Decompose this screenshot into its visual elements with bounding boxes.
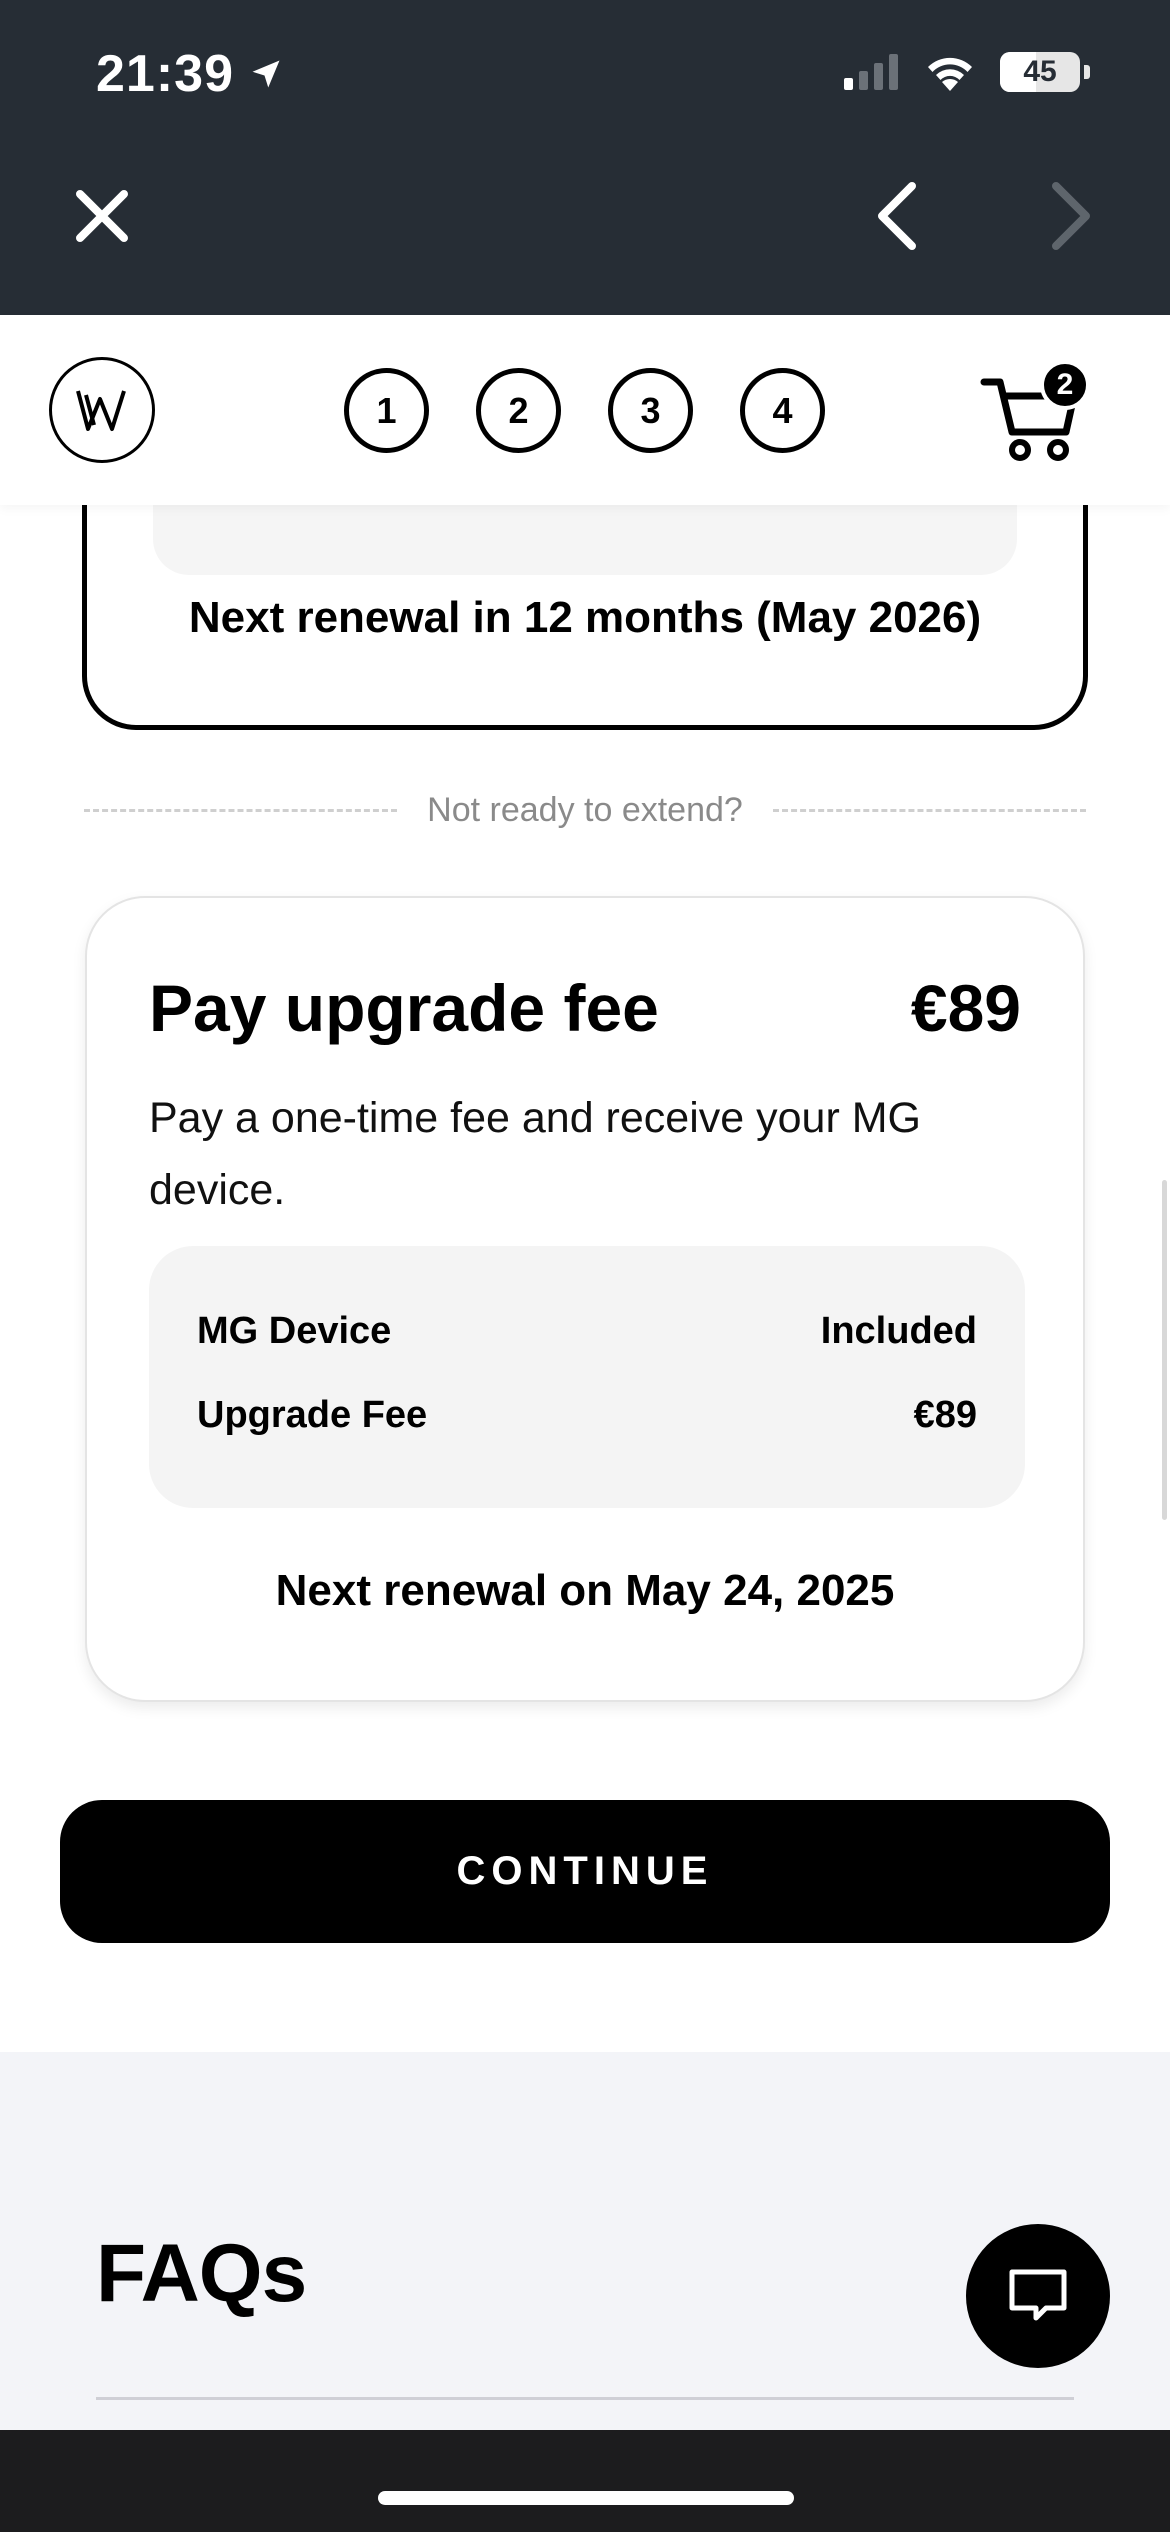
chat-bubble-icon [1009,2269,1067,2321]
chevron-right-icon [1052,182,1090,250]
step-4[interactable]: 4 [740,368,825,453]
step-2[interactable]: 2 [476,368,561,453]
battery-level: 45 [1000,52,1080,92]
status-time: 21:39 [96,44,284,104]
battery-tip [1084,65,1090,79]
plan-renewal-text: Next renewal in 12 months (May 2026) [188,593,982,642]
scrollbar[interactable] [1162,1180,1167,1520]
forward-button[interactable] [1040,176,1100,256]
upgrade-fee-title: Pay upgrade fee [149,971,659,1045]
cellular-signal-icon [844,54,898,90]
plan-details-box [153,505,1017,575]
step-1[interactable]: 1 [344,368,429,453]
breakdown-label: Upgrade Fee [197,1394,428,1436]
faq-divider [96,2397,1074,2400]
upgrade-fee-description: Pay a one-time fee and receive your MG d… [149,1094,921,1214]
checkout-steps: 1 2 3 4 [344,368,825,453]
battery-icon: 45 [1000,52,1090,92]
continue-button[interactable]: CONTINUE [60,1800,1110,1943]
close-icon [76,190,128,242]
upgrade-next-renewal: Next renewal on May 24, 2025 [275,1566,895,1615]
brand-logo[interactable] [49,357,155,463]
cart-count-badge: 2 [1040,360,1090,410]
upgrade-fee-price: €89 [910,971,1021,1045]
upgrade-fee-breakdown: MG Device Included Upgrade Fee €89 [149,1246,1025,1508]
divider-line-right [772,808,1086,812]
status-indicators: 45 [844,52,1090,92]
app-header: 1 2 3 4 2 [0,315,1170,505]
chevron-left-icon [878,182,916,250]
breakdown-label: MG Device [197,1310,392,1352]
logo-mark-icon [76,390,126,431]
divider-line-left [84,808,398,812]
breakdown-row: Upgrade Fee €89 [197,1394,977,1437]
back-button[interactable] [868,176,928,256]
faq-title: FAQs [96,2228,307,2319]
divider-label: Not ready to extend? [427,790,743,829]
status-time-text: 21:39 [96,45,234,103]
close-button[interactable] [66,180,138,252]
battery-percent: 45 [1023,55,1057,88]
upgrade-fee-card[interactable]: Pay upgrade fee €89 Pay a one-time fee a… [85,896,1085,1702]
chat-button[interactable] [966,2224,1110,2368]
browser-top-bar: 21:39 45 [0,0,1170,315]
breakdown-value: Included [820,1310,977,1352]
wifi-icon [928,57,972,91]
breakdown-row: MG Device Included [197,1310,977,1353]
breakdown-value: €89 [913,1394,977,1436]
options-divider: Not ready to extend? [84,790,1086,830]
location-arrow-icon [252,60,280,88]
home-bar-area [0,2430,1170,2532]
step-3[interactable]: 3 [608,368,693,453]
cart-button[interactable]: 2 [980,360,1090,470]
home-indicator[interactable] [378,2491,794,2505]
